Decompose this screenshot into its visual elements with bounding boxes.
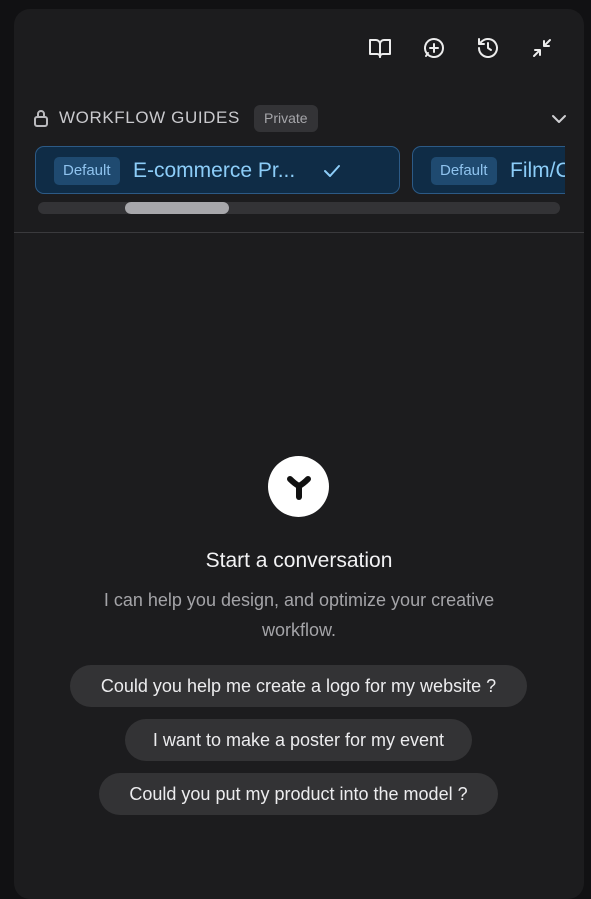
suggestion-logo[interactable]: Could you help me create a logo for my w…	[70, 665, 527, 707]
guide-card-film[interactable]: Default Film/C	[412, 146, 565, 194]
chat-plus-icon[interactable]	[419, 33, 449, 63]
horizontal-scrollbar[interactable]	[38, 202, 560, 214]
guide-name: E-commerce Pr...	[133, 159, 296, 182]
suggestion-product[interactable]: Could you put my product into the model …	[99, 773, 498, 815]
guide-card-ecommerce[interactable]: Default E-commerce Pr...	[35, 146, 400, 194]
guide-name: Film/C	[510, 159, 565, 182]
private-badge: Private	[254, 105, 318, 132]
y-logo-icon	[286, 475, 311, 500]
empty-state-title: Start a conversation	[205, 549, 393, 572]
guides-carousel: Default E-commerce Pr... Default Film/C	[35, 146, 565, 196]
default-badge: Default	[54, 157, 120, 185]
scrollbar-thumb[interactable]	[125, 202, 229, 214]
check-icon	[322, 161, 342, 181]
suggestion-poster[interactable]: I want to make a poster for my event	[125, 719, 472, 761]
assistant-panel: WORKFLOW GUIDES Private Default E-commer…	[14, 9, 584, 899]
empty-state-subtitle: I can help you design, and optimize your…	[103, 590, 495, 640]
collapse-icon[interactable]	[527, 33, 557, 63]
chevron-down-icon[interactable]	[550, 110, 568, 128]
divider	[14, 232, 584, 233]
guides-title: WORKFLOW GUIDES	[59, 108, 240, 127]
history-icon[interactable]	[473, 33, 503, 63]
toolbar	[14, 33, 584, 63]
lock-icon	[33, 109, 49, 127]
default-badge: Default	[431, 157, 497, 185]
book-open-icon[interactable]	[365, 33, 395, 63]
workflow-guides-header: WORKFLOW GUIDES Private	[33, 104, 568, 134]
app-logo	[268, 456, 329, 517]
